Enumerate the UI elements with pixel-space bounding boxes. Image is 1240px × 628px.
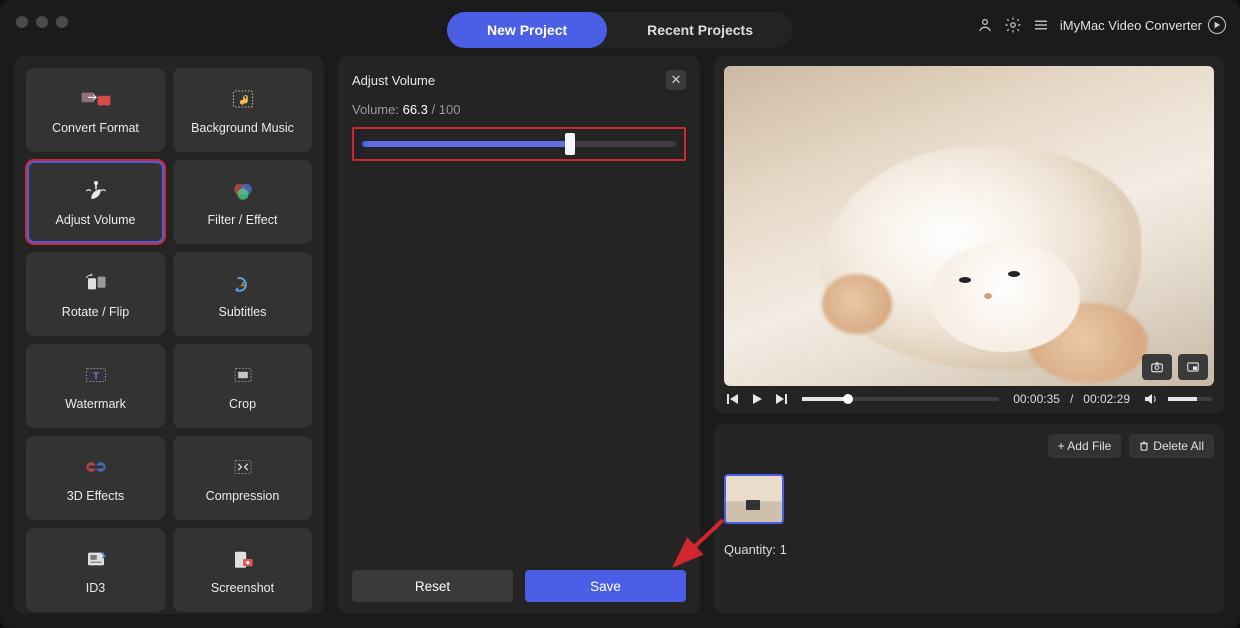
app-name: iMyMac Video Converter xyxy=(1060,18,1202,33)
tool-label: Compression xyxy=(206,489,280,503)
tool-background-music[interactable]: Background Music xyxy=(173,68,312,152)
tool-subtitles[interactable]: A Subtitles xyxy=(173,252,312,336)
delete-all-button[interactable]: Delete All xyxy=(1129,434,1214,458)
tool-screenshot[interactable]: Screenshot xyxy=(173,528,312,612)
play-button[interactable] xyxy=(750,392,764,406)
screenshot-icon xyxy=(225,545,261,573)
adjust-volume-icon xyxy=(78,177,114,205)
progress-slider[interactable] xyxy=(802,397,999,401)
quantity-label: Quantity: xyxy=(724,542,780,557)
adjust-volume-panel: Adjust Volume ✕ Volume: 66.3 / 100 Reset… xyxy=(338,56,700,614)
tool-label: ID3 xyxy=(86,581,105,595)
tool-filter-effect[interactable]: Filter / Effect xyxy=(173,160,312,244)
file-queue: + Add File Delete All Quantity: 1 xyxy=(714,424,1224,614)
time-current: 00:00:35 xyxy=(1013,392,1060,406)
video-preview[interactable] xyxy=(724,66,1214,386)
next-frame-button[interactable] xyxy=(774,392,788,406)
player-controls: 00:00:35 / 00:02:29 xyxy=(724,386,1214,408)
filter-effect-icon xyxy=(225,177,261,205)
project-tabset: New Project Recent Projects xyxy=(447,12,793,48)
tool-label: Filter / Effect xyxy=(208,213,278,227)
tab-new-project[interactable]: New Project xyxy=(447,12,607,48)
panel-title: Adjust Volume xyxy=(352,73,435,88)
3d-effects-icon xyxy=(78,453,114,481)
panel-close-button[interactable]: ✕ xyxy=(666,70,686,90)
gear-icon[interactable] xyxy=(1004,16,1022,34)
account-icon[interactable] xyxy=(976,16,994,34)
tool-grid: Convert Format Background Music Adjust V… xyxy=(14,56,324,614)
tool-compression[interactable]: Compression xyxy=(173,436,312,520)
tool-label: Background Music xyxy=(191,121,294,135)
app-brand: iMyMac Video Converter xyxy=(1060,16,1226,34)
tool-label: Screenshot xyxy=(211,581,274,595)
reset-button[interactable]: Reset xyxy=(352,570,513,602)
time-duration: 00:02:29 xyxy=(1083,392,1130,406)
snapshot-button[interactable] xyxy=(1142,354,1172,380)
tool-label: Convert Format xyxy=(52,121,139,135)
tool-adjust-volume[interactable]: Adjust Volume xyxy=(26,160,165,244)
tool-label: Crop xyxy=(229,397,256,411)
convert-format-icon xyxy=(78,85,114,113)
rotate-flip-icon xyxy=(78,269,114,297)
tool-rotate-flip[interactable]: Rotate / Flip xyxy=(26,252,165,336)
tool-convert-format[interactable]: Convert Format xyxy=(26,68,165,152)
tool-watermark[interactable]: T Watermark xyxy=(26,344,165,428)
save-button[interactable]: Save xyxy=(525,570,686,602)
fullscreen-button[interactable] xyxy=(1178,354,1208,380)
svg-text:A: A xyxy=(240,280,245,289)
tab-recent-projects[interactable]: Recent Projects xyxy=(607,12,793,48)
menu-icon[interactable] xyxy=(1032,16,1050,34)
compression-icon xyxy=(225,453,261,481)
tool-label: 3D Effects xyxy=(67,489,124,503)
playback-volume-slider[interactable] xyxy=(1168,397,1212,401)
volume-readout: Volume: 66.3 / 100 xyxy=(352,102,686,117)
add-file-button[interactable]: + Add File xyxy=(1048,434,1122,458)
play-badge-icon xyxy=(1208,16,1226,34)
quantity-value: 1 xyxy=(780,542,787,557)
tool-id3[interactable]: ID3 xyxy=(26,528,165,612)
queue-thumbnail[interactable] xyxy=(724,474,784,524)
id3-icon xyxy=(78,545,114,573)
crop-icon xyxy=(225,361,261,389)
watermark-icon: T xyxy=(78,361,114,389)
svg-text:T: T xyxy=(93,371,99,382)
tool-label: Subtitles xyxy=(219,305,267,319)
subtitles-icon: A xyxy=(225,269,261,297)
tool-crop[interactable]: Crop xyxy=(173,344,312,428)
preview-pane: 00:00:35 / 00:02:29 xyxy=(714,56,1224,414)
tool-label: Rotate / Flip xyxy=(62,305,129,319)
background-music-icon xyxy=(225,85,261,113)
tool-3d-effects[interactable]: 3D Effects xyxy=(26,436,165,520)
prev-frame-button[interactable] xyxy=(726,392,740,406)
volume-slider[interactable] xyxy=(362,141,676,147)
tool-label: Watermark xyxy=(65,397,126,411)
tool-label: Adjust Volume xyxy=(56,213,136,227)
volume-icon[interactable] xyxy=(1144,392,1158,406)
